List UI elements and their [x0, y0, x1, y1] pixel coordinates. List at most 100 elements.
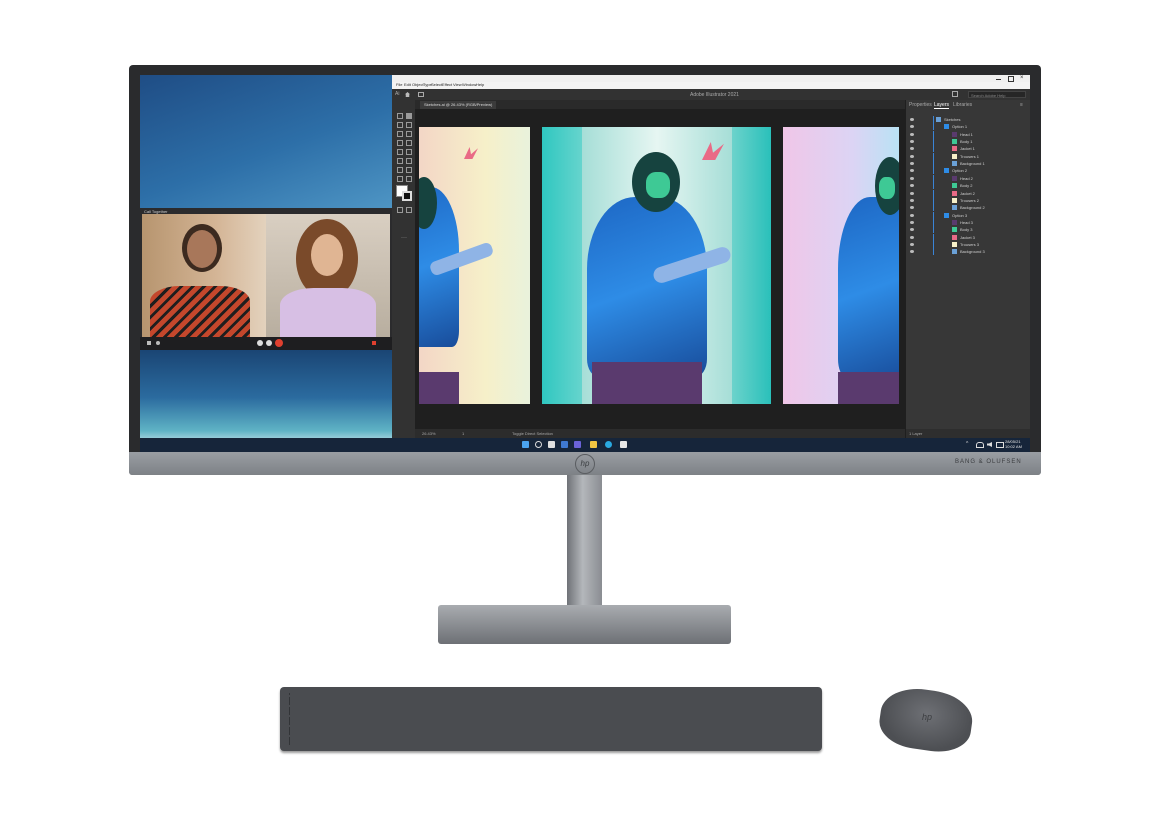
menu-file[interactable]: File [396, 82, 402, 87]
search-icon[interactable] [535, 441, 542, 448]
line-tool-icon[interactable] [406, 140, 412, 146]
layer-row[interactable]: Body 3 [906, 226, 1024, 234]
panel-menu-icon[interactable]: ≡ [1020, 102, 1023, 108]
layer-row[interactable]: Trousers 2 [906, 196, 1024, 204]
menu-window[interactable]: Window [462, 82, 476, 87]
layer-row[interactable]: Body 1 [906, 138, 1024, 146]
layer-row[interactable]: Head 1 [906, 130, 1024, 138]
artboard-number[interactable]: 1 [462, 429, 464, 438]
visibility-eye-icon[interactable] [910, 198, 914, 202]
wifi-icon[interactable] [976, 442, 984, 448]
layer-row[interactable]: Jacket 1 [906, 145, 1024, 153]
layer-row[interactable]: Trousers 1 [906, 152, 1024, 160]
grid-view-icon[interactable] [147, 341, 151, 345]
speaker-icon[interactable] [156, 341, 160, 345]
chevron-up-icon[interactable]: ^ [966, 441, 968, 447]
layer-row[interactable]: Trousers 3 [906, 240, 1024, 248]
scale-tool-icon[interactable] [406, 167, 412, 173]
paintbrush-tool-icon[interactable] [406, 149, 412, 155]
visibility-eye-icon[interactable] [910, 147, 914, 151]
visibility-eye-icon[interactable] [910, 213, 914, 217]
artboard-2[interactable] [542, 127, 771, 404]
lasso-icon[interactable] [406, 122, 412, 128]
workspace-icon[interactable] [952, 91, 958, 97]
layer-row[interactable]: Background 2 [906, 204, 1024, 212]
leave-icon[interactable] [372, 341, 376, 345]
visibility-eye-icon[interactable] [910, 169, 914, 173]
zoom-tool-icon[interactable] [406, 176, 412, 182]
draw-mode-icon[interactable] [397, 207, 403, 213]
visibility-eye-icon[interactable] [910, 140, 914, 144]
shaper-tool-icon[interactable] [397, 158, 403, 164]
eraser-tool-icon[interactable] [406, 158, 412, 164]
visibility-eye-icon[interactable] [910, 184, 914, 188]
widgets-icon[interactable] [561, 441, 568, 448]
tab-properties[interactable]: Properties [909, 102, 932, 108]
participant-tile-1[interactable] [142, 214, 266, 337]
current-tool-status[interactable]: Toggle Direct Selection [512, 429, 553, 438]
menu-help[interactable]: Help [476, 82, 484, 87]
chat-icon[interactable] [574, 441, 581, 448]
layer-row[interactable]: Jacket 2 [906, 189, 1024, 197]
menu-object[interactable]: Object [412, 82, 424, 87]
visibility-eye-icon[interactable] [910, 242, 914, 246]
visibility-eye-icon[interactable] [910, 191, 914, 195]
magic-wand-icon[interactable] [397, 122, 403, 128]
visibility-eye-icon[interactable] [910, 162, 914, 166]
layer-row[interactable]: Sketches [906, 116, 1024, 123]
mute-button[interactable] [257, 340, 263, 346]
tab-layers[interactable]: Layers [934, 102, 950, 109]
edge-icon[interactable] [605, 441, 612, 448]
visibility-eye-icon[interactable] [910, 220, 914, 224]
layer-row[interactable]: Jacket 3 [906, 233, 1024, 241]
artboard-1[interactable] [419, 127, 530, 404]
screen-mode-icon[interactable] [406, 207, 412, 213]
pen-tool-icon[interactable] [397, 131, 403, 137]
layer-row[interactable]: Head 3 [906, 218, 1024, 226]
menu-effect[interactable]: Effect [442, 82, 452, 87]
curvature-tool-icon[interactable] [406, 131, 412, 137]
layer-row[interactable]: Background 1 [906, 160, 1024, 168]
visibility-eye-icon[interactable] [910, 154, 914, 158]
visibility-eye-icon[interactable] [910, 125, 914, 129]
taskbar-date[interactable]: 10:02 AM [1005, 444, 1022, 449]
file-explorer-icon[interactable] [590, 441, 597, 448]
direct-selection-tool-icon[interactable] [406, 113, 412, 119]
close-icon[interactable]: × [1020, 75, 1024, 81]
rotate-tool-icon[interactable] [397, 167, 403, 173]
menu-select[interactable]: Select [431, 82, 442, 87]
store-icon[interactable] [620, 441, 627, 448]
participant-tile-2[interactable] [266, 214, 390, 337]
layer-row[interactable]: Body 2 [906, 182, 1024, 190]
task-view-icon[interactable] [548, 441, 555, 448]
layer-row[interactable]: Head 2 [906, 174, 1024, 182]
menu-view[interactable]: View [453, 82, 462, 87]
more-tools-icon[interactable]: ··· [401, 235, 407, 241]
document-tab[interactable]: Sketches.ai @ 26.43% (RGB/Preview) [420, 101, 496, 109]
tab-libraries[interactable]: Libraries [953, 102, 972, 108]
type-tool-icon[interactable] [397, 140, 403, 146]
visibility-eye-icon[interactable] [910, 206, 914, 210]
help-search-input[interactable]: Search Adobe Help [968, 91, 1026, 98]
stroke-swatch[interactable] [402, 191, 412, 201]
artboard-3[interactable] [783, 127, 899, 404]
windows-icon[interactable] [522, 441, 529, 448]
minimize-icon[interactable] [996, 79, 1001, 80]
visibility-eye-icon[interactable] [910, 132, 914, 136]
visibility-eye-icon[interactable] [910, 176, 914, 180]
width-tool-icon[interactable] [397, 176, 403, 182]
visibility-eye-icon[interactable] [910, 228, 914, 232]
arrange-documents-icon[interactable] [418, 92, 424, 97]
layer-row[interactable]: Background 3 [906, 248, 1024, 256]
battery-icon[interactable] [996, 442, 1004, 448]
selection-tool-icon[interactable] [397, 113, 403, 119]
layer-row[interactable]: Option 3 [906, 211, 1024, 219]
visibility-eye-icon[interactable] [910, 118, 914, 121]
layer-row[interactable]: Option 1 [906, 123, 1024, 131]
zoom-level[interactable]: 26.43% [422, 429, 436, 438]
visibility-eye-icon[interactable] [910, 250, 914, 254]
visibility-eye-icon[interactable] [910, 235, 914, 239]
maximize-icon[interactable] [1008, 76, 1014, 82]
menu-edit[interactable]: Edit [404, 82, 411, 87]
rectangle-tool-icon[interactable] [397, 149, 403, 155]
